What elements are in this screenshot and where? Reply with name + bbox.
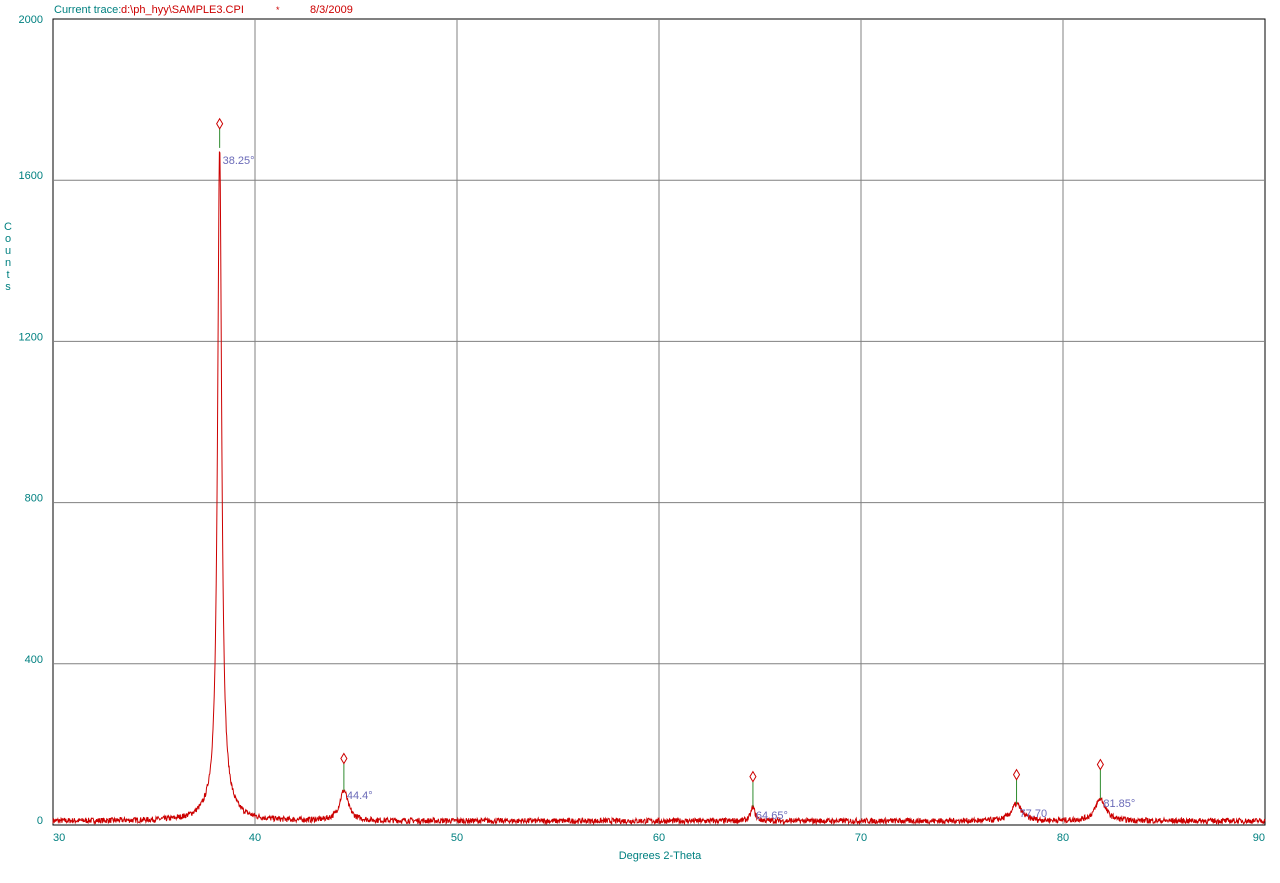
current-trace-date: 8/3/2009 <box>310 4 353 16</box>
peak-label: 77.70 <box>1020 808 1048 820</box>
y-tick-label: 1200 <box>19 331 43 343</box>
y-axis-label-letter: C <box>4 221 12 233</box>
x-tick-label: 90 <box>1253 832 1265 844</box>
x-tick-label: 80 <box>1057 832 1069 844</box>
current-trace-label: Current trace: <box>54 4 122 16</box>
x-tick-label: 60 <box>653 832 665 844</box>
xrd-chart: 30 40 50 60 70 80 90 0 400 800 1200 1600 2000 38.25° 4… <box>0 0 1280 878</box>
peak-label: 81.85° <box>1103 798 1135 810</box>
peak-label: 64.65° <box>756 810 788 822</box>
x-tick-label: 30 <box>53 832 65 844</box>
y-tick-label: 0 <box>37 815 43 827</box>
chart-svg: 30 40 50 60 70 80 90 0 400 800 1200 1600 2000 38.25° 4… <box>19 14 1266 844</box>
y-axis-label-letter: o <box>4 233 12 245</box>
y-tick-label: 400 <box>25 654 43 666</box>
x-tick-label: 50 <box>451 832 463 844</box>
y-tick-label: 800 <box>25 493 43 505</box>
peak-label: 38.25° <box>223 155 255 167</box>
current-trace-file: d:\ph_hyy\SAMPLE3.CPI <box>121 4 244 16</box>
y-axis-label-letter: s <box>5 281 11 293</box>
x-tick-label: 70 <box>855 832 867 844</box>
peak-label: 44.4° <box>347 790 373 802</box>
y-tick-label: 2000 <box>19 14 43 26</box>
y-axis-label-letter: n <box>4 257 12 269</box>
x-axis-label: Degrees 2-Theta <box>618 850 702 862</box>
y-axis-label-letter: t <box>6 269 10 281</box>
x-tick-label: 40 <box>249 832 261 844</box>
current-trace-marker: * <box>276 5 280 15</box>
y-axis-label-letter: u <box>4 245 12 257</box>
y-tick-label: 1600 <box>19 170 43 182</box>
